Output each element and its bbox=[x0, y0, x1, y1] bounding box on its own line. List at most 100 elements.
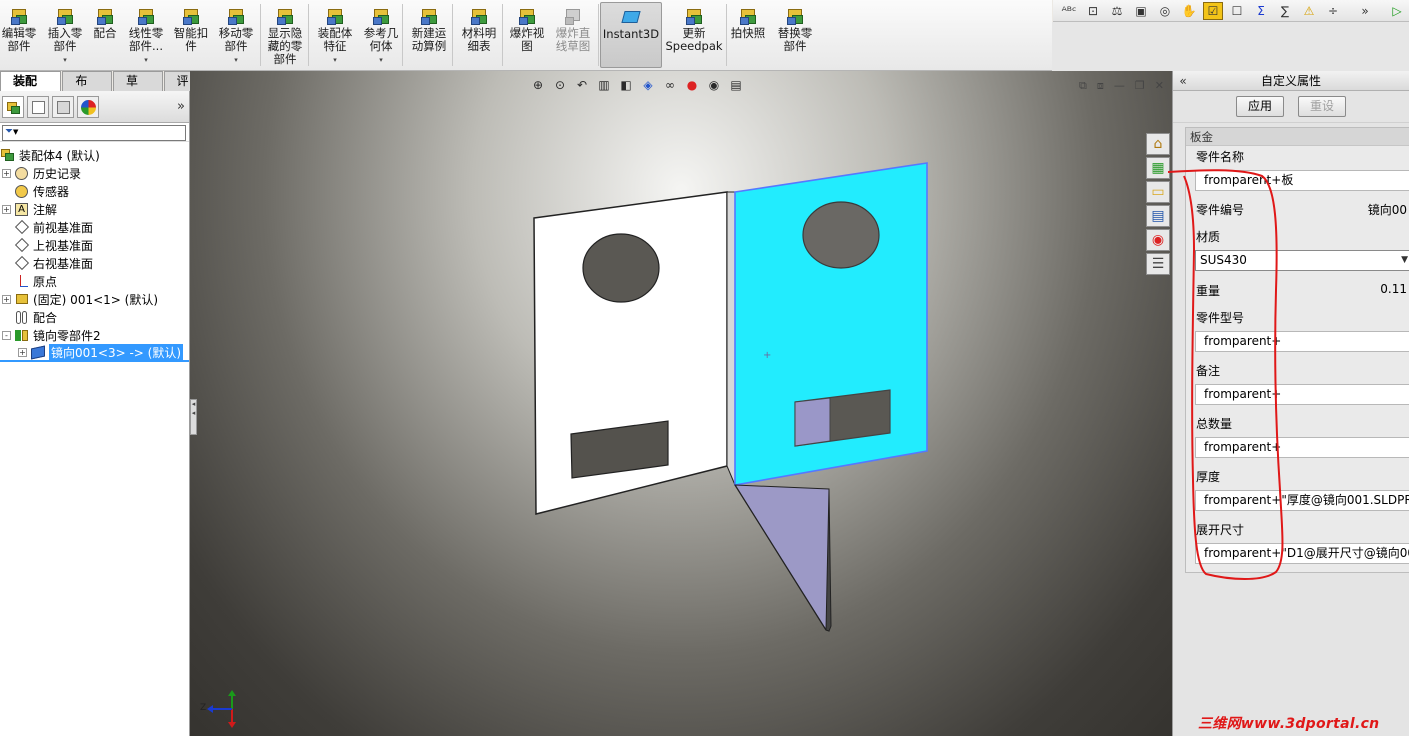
tree-origin[interactable]: 原点 bbox=[0, 272, 189, 290]
tree-front-plane[interactable]: 前视基准面 bbox=[0, 218, 189, 236]
exploded-view-button[interactable]: 爆炸视 图 bbox=[506, 2, 548, 68]
part-model-label: 零件型号 bbox=[1196, 311, 1245, 325]
tree-right-plane[interactable]: 右视基准面 bbox=[0, 254, 189, 272]
sum-icon[interactable]: Σ bbox=[1251, 2, 1271, 20]
apply-button[interactable]: 应用 bbox=[1236, 96, 1284, 117]
hand-icon[interactable]: ✋ bbox=[1179, 2, 1199, 20]
instant3d-icon bbox=[621, 7, 641, 27]
home-icon[interactable]: ⌂ bbox=[1146, 133, 1170, 155]
tree-node-label: 上视基准面 bbox=[33, 238, 94, 253]
align-icon[interactable]: ÷ bbox=[1323, 2, 1343, 20]
more-tabs-icon[interactable]: » bbox=[177, 99, 185, 114]
tree-history[interactable]: + 历史记录 bbox=[0, 164, 189, 182]
feature-manager-tab[interactable] bbox=[2, 95, 24, 118]
flat-size-input[interactable]: fromparent+"D1@展开尺寸@镜向00 bbox=[1195, 543, 1409, 564]
tab-2[interactable]: 草图 bbox=[112, 71, 163, 107]
tab-1[interactable]: 布局 bbox=[62, 71, 112, 107]
tree-filter-input[interactable]: ⏷▼ bbox=[2, 125, 186, 141]
reference-geometry-button[interactable]: 参考几 何体 ▾ bbox=[360, 2, 402, 68]
material-select[interactable]: SUS430 ▼ bbox=[1195, 250, 1409, 271]
measure-icon[interactable]: ⊡ bbox=[1083, 2, 1103, 20]
custom-properties-icon[interactable]: ☰ bbox=[1146, 253, 1170, 275]
show-hidden-icon bbox=[275, 6, 295, 26]
collapse-icon[interactable]: - bbox=[2, 330, 11, 340]
replace-component-button[interactable]: 替换零 部件 bbox=[772, 2, 818, 68]
performance-icon[interactable]: ◎ bbox=[1155, 2, 1175, 20]
total-quantity-input[interactable]: fromparent+ bbox=[1195, 437, 1409, 458]
smart-fastener-button[interactable]: 智能扣 件 bbox=[170, 2, 212, 68]
linear-pattern-button[interactable]: 线性零 部件... ▾ bbox=[124, 2, 168, 68]
dropdown-arrow-icon[interactable]: ▾ bbox=[144, 54, 148, 67]
model-view[interactable]: + bbox=[190, 71, 1172, 736]
section-icon[interactable]: ▣ bbox=[1131, 2, 1151, 20]
more-tools-icon[interactable]: » bbox=[1355, 2, 1375, 20]
mate-button[interactable]: 配合 bbox=[88, 2, 122, 68]
show-hidden-button[interactable]: 显示隐 藏的零 部件 bbox=[262, 2, 308, 68]
part-name-input[interactable]: fromparent+板 bbox=[1195, 170, 1409, 191]
move-component-icon bbox=[226, 6, 246, 26]
expand-icon[interactable]: + bbox=[2, 294, 11, 304]
check-disabled-icon[interactable]: ☐ bbox=[1227, 2, 1247, 20]
tree-root-assembly[interactable]: 装配体4 (默认) bbox=[0, 146, 189, 164]
assembly-features-button[interactable]: 装配体 特征 ▾ bbox=[312, 2, 358, 68]
new-motion-study-button[interactable]: 新建运 动算例 bbox=[406, 2, 452, 68]
tab-0[interactable]: 装配体 bbox=[0, 71, 62, 107]
dropdown-arrow-icon[interactable]: ▾ bbox=[234, 54, 238, 67]
snapshot-button[interactable]: 拍快照 bbox=[728, 2, 768, 68]
panel-collapse-handle[interactable]: ◂ ◂ bbox=[190, 399, 197, 435]
tree-top-plane[interactable]: 上视基准面 bbox=[0, 236, 189, 254]
collapse-panel-icon[interactable]: « bbox=[1173, 74, 1193, 88]
instant3d-label: Instant3D bbox=[602, 27, 660, 41]
equation-icon[interactable]: ∑ bbox=[1275, 2, 1295, 20]
update-speedpak-label: 更新 Speedpak bbox=[665, 26, 723, 53]
property-manager-tab[interactable] bbox=[27, 95, 49, 118]
expand-icon[interactable]: + bbox=[2, 204, 11, 214]
design-library-icon[interactable]: ▦ bbox=[1146, 157, 1170, 179]
graphics-area[interactable]: ⊕ ⊙ ↶ ▥ ◧ ◈ ∞ ● ◉ ▤ ⧉ ⧈ — ❐ ✕ + ⌂ ▦ ▭ ▤ ◉ ☰ ◂ ◂ Z bbox=[190, 71, 1172, 736]
dropdown-arrow-icon[interactable]: ▾ bbox=[63, 54, 67, 67]
tree-sensors[interactable]: 传感器 bbox=[0, 182, 189, 200]
configuration-manager-tab[interactable] bbox=[52, 95, 74, 118]
reset-button[interactable]: 重设 bbox=[1298, 96, 1346, 117]
appearances-icon[interactable]: ◉ bbox=[1146, 229, 1170, 251]
insert-part-button[interactable]: 插入零 部件 ▾ bbox=[44, 2, 86, 68]
remarks-input[interactable]: fromparent+ bbox=[1195, 384, 1409, 405]
bill-of-materials-icon bbox=[469, 6, 489, 26]
spell-check-icon[interactable]: ᴬᴮᶜ bbox=[1059, 2, 1079, 20]
file-explorer-icon[interactable]: ▭ bbox=[1146, 181, 1170, 203]
mirror-plate-hole bbox=[802, 201, 880, 269]
bill-of-materials-button[interactable]: 材料明 细表 bbox=[456, 2, 502, 68]
part-model-input[interactable]: fromparent+ bbox=[1195, 331, 1409, 352]
check-icon[interactable]: ☑ bbox=[1203, 1, 1223, 20]
tree-mirror-component[interactable]: - 镜向零部件2 bbox=[0, 326, 189, 344]
filter-icon[interactable]: ⏷ bbox=[5, 126, 13, 137]
dropdown-arrow-icon[interactable]: ▾ bbox=[379, 54, 383, 67]
tree-component-001[interactable]: + (固定) 001<1> (默认) bbox=[0, 290, 189, 308]
tree-mirror-001[interactable]: + 镜向001<3> -> (默认) bbox=[0, 343, 189, 362]
part-icon bbox=[14, 292, 30, 307]
expand-icon[interactable]: + bbox=[2, 168, 11, 178]
explode-line-sketch-button[interactable]: 爆炸直 线草图 bbox=[550, 2, 596, 68]
tree-mates[interactable]: 配合 bbox=[0, 308, 189, 326]
display-manager-tab[interactable] bbox=[77, 95, 99, 118]
chevron-down-icon[interactable]: ▼ bbox=[1401, 251, 1408, 270]
filter-dropdown-icon[interactable]: ▼ bbox=[13, 128, 18, 136]
edit-part-label: 编辑零 部件 bbox=[1, 26, 37, 53]
update-speedpak-button[interactable]: 更新 Speedpak bbox=[664, 2, 724, 68]
panel-title: 自定义属性 bbox=[1260, 74, 1321, 88]
run-icon[interactable]: ▷ bbox=[1387, 2, 1407, 20]
edit-part-button[interactable]: 编辑零 部件 bbox=[0, 2, 38, 68]
ribbon-separator bbox=[260, 4, 261, 66]
view-palette-icon[interactable]: ▤ bbox=[1146, 205, 1170, 227]
mass-properties-icon[interactable]: ⚖ bbox=[1107, 2, 1127, 20]
warning-icon[interactable]: ⚠ bbox=[1299, 2, 1319, 20]
instant3d-button[interactable]: Instant3D bbox=[600, 2, 662, 68]
tree-annotations[interactable]: + A 注解 bbox=[0, 200, 189, 218]
manager-tabs: » bbox=[0, 91, 189, 123]
move-component-button[interactable]: 移动零 部件 ▾ bbox=[214, 2, 258, 68]
material-label: 材质 bbox=[1196, 230, 1221, 244]
dropdown-arrow-icon[interactable]: ▾ bbox=[333, 54, 337, 67]
property-actions: 应用 重设 bbox=[1173, 91, 1409, 123]
expand-icon[interactable]: + bbox=[18, 347, 27, 357]
thickness-input[interactable]: fromparent+"厚度@镜向001.SLDPRT bbox=[1195, 490, 1409, 511]
